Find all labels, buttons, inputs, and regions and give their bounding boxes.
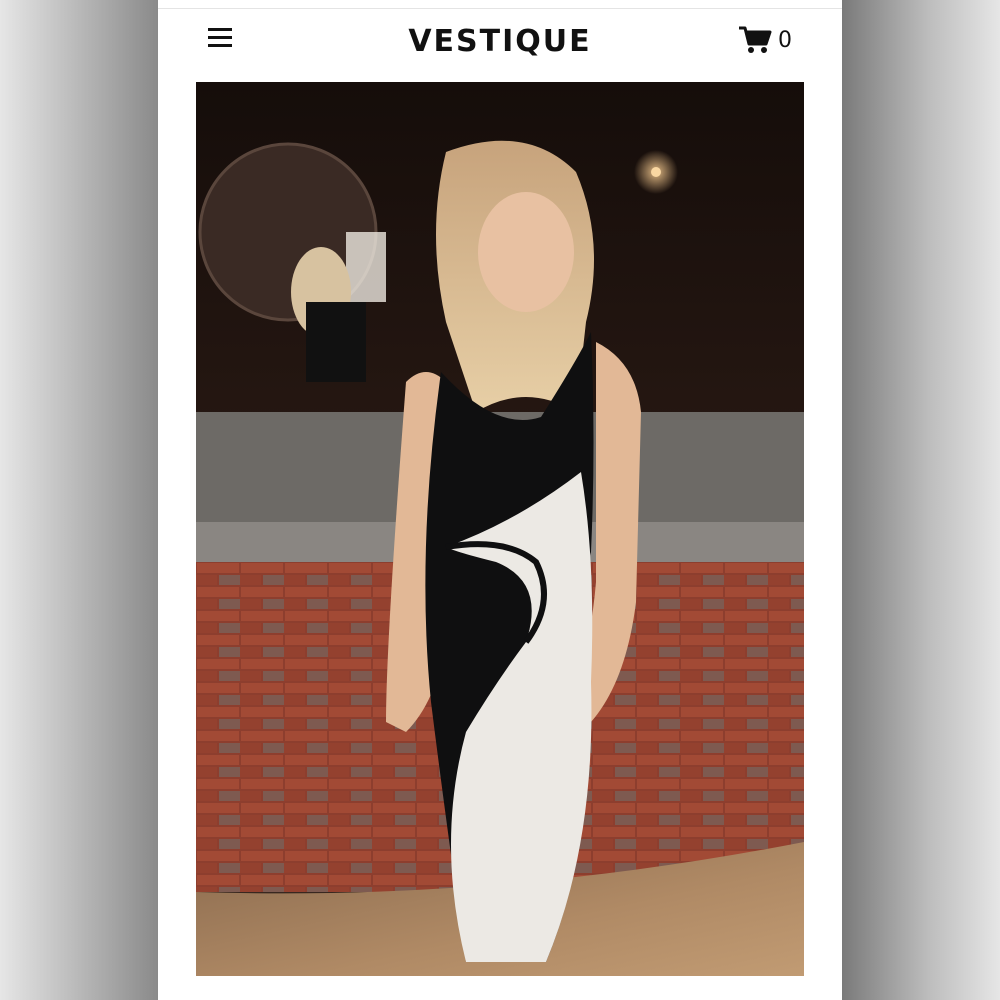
product-photo-graphic [196,82,804,976]
shopping-cart-icon [739,26,772,53]
page-container: VESTIQUE 0 [158,0,842,1000]
cart-count: 0 [778,27,792,53]
background-blur-right [842,0,1000,1000]
brand-logo-link[interactable]: VESTIQUE [408,24,591,59]
product-photo[interactable] [196,82,804,976]
cart-button[interactable]: 0 [738,22,792,58]
top-divider [158,8,842,9]
site-header: VESTIQUE 0 [158,14,842,74]
background-blur-left [0,0,158,1000]
